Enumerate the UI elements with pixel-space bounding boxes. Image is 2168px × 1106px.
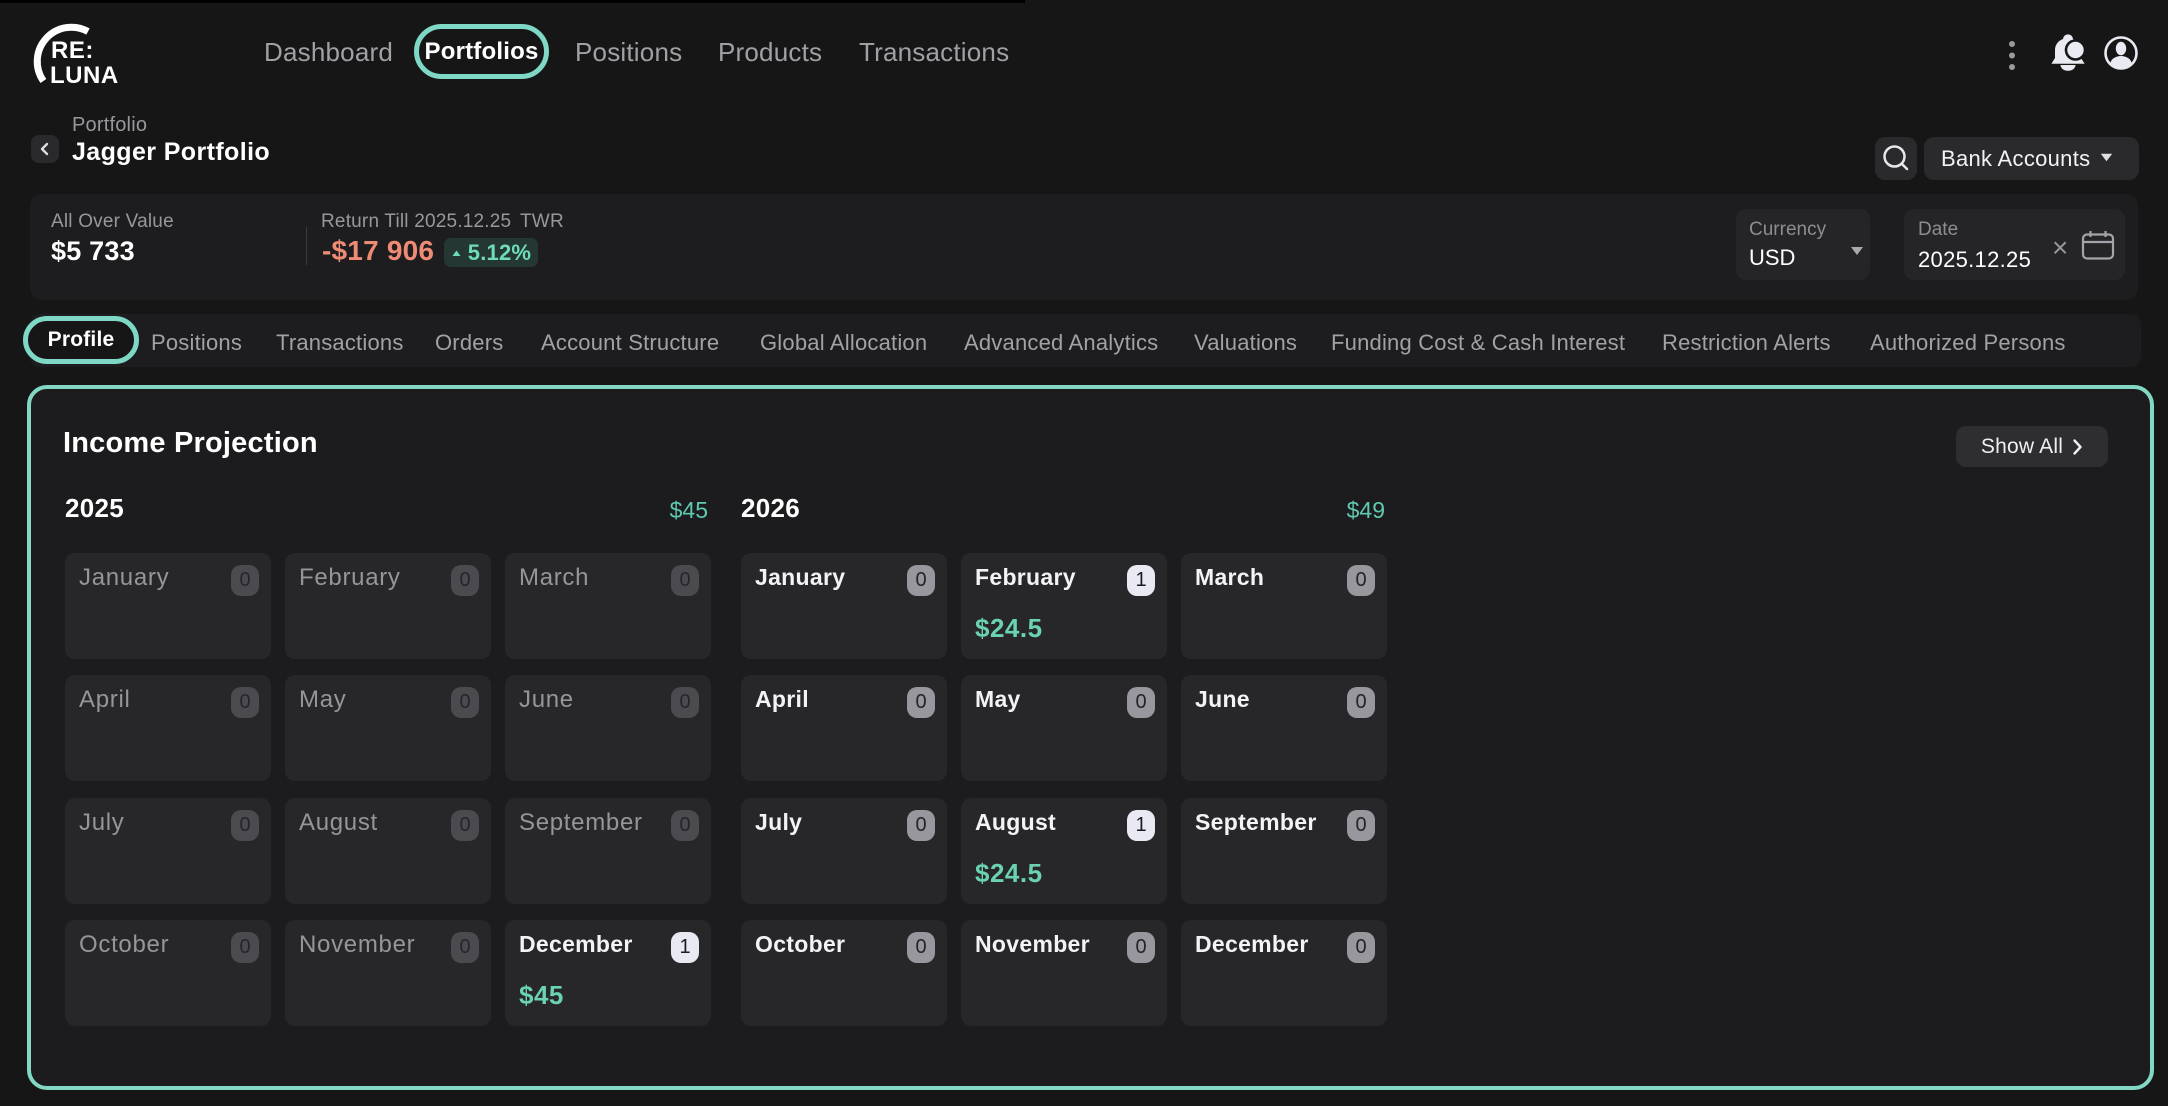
svg-text:LUNA: LUNA [50, 62, 119, 89]
svg-text:RE:: RE: [51, 37, 94, 64]
